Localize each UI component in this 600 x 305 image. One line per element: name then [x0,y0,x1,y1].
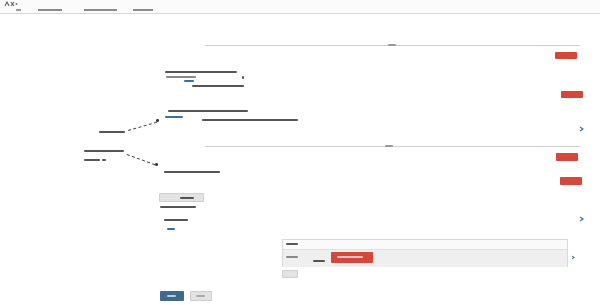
tree-root-label [99,131,125,133]
tree-connector [128,121,158,131]
option-link[interactable] [167,228,175,230]
tree-node-dot [156,119,159,122]
tree-connector-2 [126,154,156,166]
tab-3[interactable] [84,9,118,12]
detail-panel [282,239,568,267]
rule-description-line-2 [168,110,248,112]
rule-description-line-3 [164,171,220,173]
cancel-button-label-line [196,295,205,297]
section-action-button[interactable] [555,52,577,59]
section-action-button-2[interactable] [556,153,578,161]
link-icon[interactable] [571,255,575,261]
helper-text-line [160,206,196,208]
app-logo-icon[interactable] [4,0,18,7]
tree-node-marker [102,159,106,161]
panel-row-label [286,256,298,258]
rule-link-2[interactable] [165,116,183,118]
rule-detail-line-2 [202,119,298,121]
section-secondary-button[interactable] [561,91,583,98]
rule-marker [242,76,244,79]
rule-description-line [165,71,237,73]
add-button-label-line [180,197,194,199]
tab-1[interactable] [16,9,22,12]
chevron-right-icon-2[interactable] [579,216,585,223]
chevron-right-icon[interactable] [579,126,585,133]
rule-link[interactable] [184,80,194,82]
tab-2[interactable] [38,9,63,12]
panel-title [286,243,298,245]
panel-small-button[interactable] [282,270,298,278]
tree-node-dot-2 [155,163,158,166]
option-label-line [164,219,188,221]
tree-node-label [84,150,124,152]
drag-handle-icon[interactable] [388,44,396,46]
rule-detail-line [192,85,244,87]
panel-row-value [313,260,325,262]
tab-4[interactable] [133,9,154,12]
drag-handle-icon-2[interactable] [385,145,393,147]
panel-row [283,250,567,267]
save-button-label-line [167,295,176,297]
section-secondary-button-2[interactable] [560,177,582,185]
panel-row-action-label-line [337,256,363,258]
rule-condition-line [166,76,196,78]
tree-node-sublabel [84,159,100,161]
